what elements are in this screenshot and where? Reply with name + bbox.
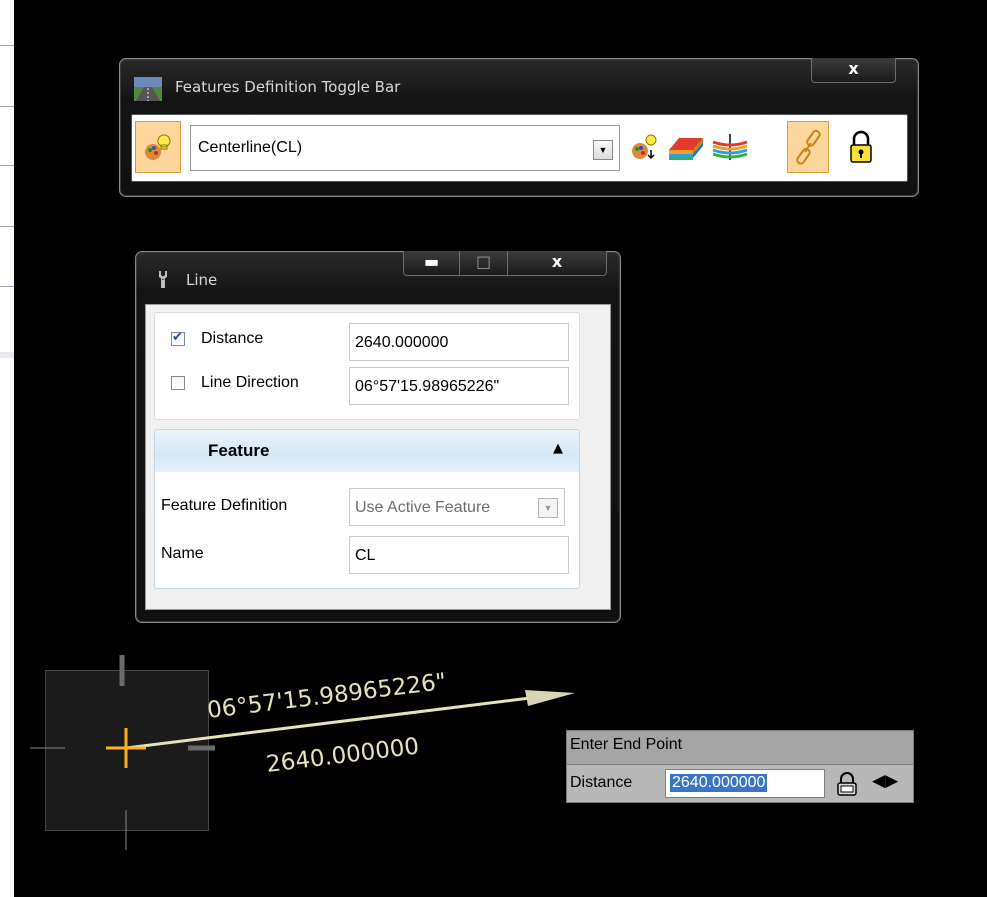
terrain-surface-icon <box>669 138 703 160</box>
line-dialog-window: Line ▬ □ x Distance 2640.000000 Line Dir… <box>135 251 621 623</box>
chevron-down-icon: ▼ <box>538 498 558 518</box>
arrowhead <box>525 690 575 706</box>
wrench-icon <box>159 271 167 288</box>
direction-row: Line Direction 06°57'15.98965226" <box>155 367 579 405</box>
close-button[interactable]: x <box>811 58 896 83</box>
feature-select[interactable]: Centerline(CL) ▼ <box>190 125 620 171</box>
prompt-input-bar: Distance 2640.000000 ◀▶ <box>567 764 913 802</box>
lock-icon <box>850 130 872 163</box>
feature-match-icon <box>632 134 657 160</box>
distance-field[interactable]: 2640.000000 <box>349 323 569 361</box>
feature-section-header[interactable]: Feature ▲ <box>155 430 579 472</box>
linear-link-icon <box>796 129 821 165</box>
lock-button[interactable] <box>840 121 882 173</box>
window-title: Features Definition Toggle Bar <box>175 78 401 96</box>
toolbar: Centerline(CL) ▼ <box>131 114 908 182</box>
chevron-up-icon[interactable]: ▲ <box>553 441 563 456</box>
feature-definition-button[interactable] <box>135 121 181 173</box>
divider <box>0 106 14 107</box>
parameters-panel: Distance 2640.000000 Line Direction 06°5… <box>154 312 580 420</box>
dialog-body: Distance 2640.000000 Line Direction 06°5… <box>145 304 611 610</box>
window-title: Line <box>186 271 218 289</box>
features-toggle-bar-window: Features Definition Toggle Bar x Centerl… <box>119 58 919 197</box>
divider <box>0 226 14 227</box>
name-field[interactable]: CL <box>349 536 569 574</box>
minimize-button[interactable]: ▬ <box>403 251 460 276</box>
corridor-button[interactable] <box>709 121 751 173</box>
divider <box>0 286 14 287</box>
terrain-button[interactable] <box>664 121 708 173</box>
feature-definition-value: Use Active Feature <box>355 499 491 516</box>
divider <box>0 352 14 358</box>
prompt-distance-label: Distance <box>570 774 633 791</box>
road-icon <box>134 77 162 101</box>
distance-checkbox[interactable] <box>171 330 185 346</box>
prompt-distance-value: 2640.000000 <box>670 774 768 792</box>
linear-link-button[interactable] <box>787 121 829 173</box>
feature-panel: Feature ▲ Feature Definition Use Active … <box>154 429 580 589</box>
lock-icon[interactable] <box>835 771 859 797</box>
distance-row: Distance 2640.000000 <box>155 323 579 361</box>
corridor-template-icon <box>712 134 748 160</box>
line-direction-field[interactable]: 06°57'15.98965226" <box>349 367 569 405</box>
distance-label: Distance <box>201 330 264 347</box>
prompt-title: Enter End Point <box>570 736 683 753</box>
name-label: Name <box>161 545 204 562</box>
feature-match-button[interactable] <box>626 121 664 173</box>
close-button[interactable]: x <box>507 251 607 276</box>
selected-feature: Centerline(CL) <box>198 139 303 156</box>
chevron-down-icon[interactable]: ▼ <box>593 140 613 160</box>
line-direction-label: Line Direction <box>201 374 299 391</box>
divider <box>0 165 14 166</box>
line-direction-checkbox[interactable] <box>171 376 185 390</box>
divider <box>0 45 14 46</box>
enter-end-point-prompt: Enter End Point Distance 2640.000000 ◀▶ <box>566 730 914 803</box>
left-right-arrows-icon[interactable]: ◀▶ <box>872 771 898 791</box>
maximize-button[interactable]: □ <box>459 251 508 276</box>
feature-definition-label: Feature Definition <box>161 497 288 514</box>
feature-definition-icon <box>145 134 171 160</box>
prompt-distance-field[interactable]: 2640.000000 <box>665 769 825 798</box>
feature-definition-select: Use Active Feature ▼ <box>349 488 565 526</box>
section-title: Feature <box>208 441 270 460</box>
